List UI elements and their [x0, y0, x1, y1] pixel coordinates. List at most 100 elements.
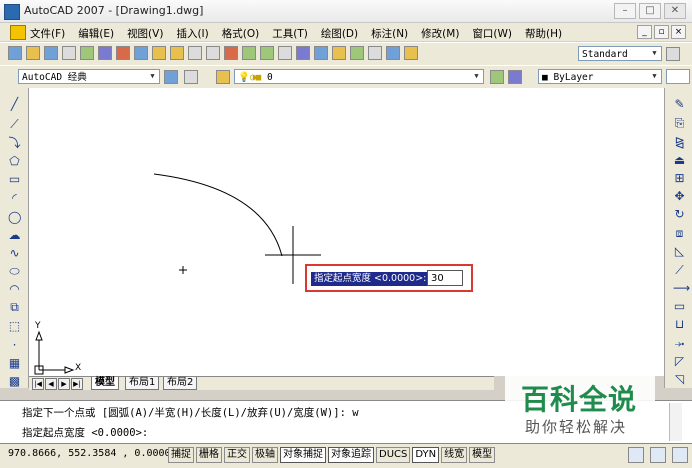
- grid-toggle[interactable]: 栅格: [196, 447, 222, 463]
- menu-file[interactable]: 文件(F): [30, 26, 65, 41]
- osnap-toggle[interactable]: 对象捕捉: [280, 447, 326, 463]
- menu-tools[interactable]: 工具(T): [272, 26, 308, 41]
- zoom-window-icon[interactable]: [260, 46, 274, 60]
- polar-toggle[interactable]: 极轴: [252, 447, 278, 463]
- polyline-icon[interactable]: ⤵: [8, 137, 21, 150]
- arc-icon[interactable]: ◜: [8, 192, 21, 205]
- offset-icon[interactable]: ⏏: [673, 154, 686, 167]
- menu-modify[interactable]: 修改(M): [421, 26, 459, 41]
- menu-dimension[interactable]: 标注(N): [371, 26, 408, 41]
- communication-center-icon[interactable]: [628, 447, 644, 463]
- sheet-set-icon[interactable]: [350, 46, 364, 60]
- document-icon[interactable]: [10, 25, 26, 40]
- extend-icon[interactable]: ⟶: [673, 282, 690, 295]
- maximize-button[interactable]: □: [639, 3, 661, 19]
- save-icon[interactable]: [44, 46, 58, 60]
- rotate-icon[interactable]: ↻: [673, 208, 686, 221]
- prev-tab-icon[interactable]: ◀: [45, 378, 57, 390]
- properties-icon[interactable]: [296, 46, 310, 60]
- menu-edit[interactable]: 编辑(E): [78, 26, 114, 41]
- make-object-layer-current-icon[interactable]: [490, 70, 504, 84]
- doc-close-button[interactable]: ×: [671, 25, 686, 39]
- workspace-select[interactable]: AutoCAD 经典 ▼: [18, 69, 160, 84]
- coordinate-readout[interactable]: 970.8666, 552.3584 , 0.0000: [8, 448, 171, 459]
- gradient-icon[interactable]: ▩: [8, 375, 21, 388]
- design-center-icon[interactable]: [314, 46, 328, 60]
- dyn-toggle[interactable]: DYN: [412, 447, 440, 463]
- dim-style-icon[interactable]: [666, 47, 680, 61]
- command-scrollbar[interactable]: [669, 403, 682, 441]
- menu-help[interactable]: 帮助(H): [525, 26, 562, 41]
- model-toggle[interactable]: 模型: [469, 447, 496, 463]
- doc-minimize-button[interactable]: _: [637, 25, 652, 39]
- otrack-toggle[interactable]: 对象追踪: [328, 447, 374, 463]
- publish-icon[interactable]: [98, 46, 112, 60]
- clean-screen-icon[interactable]: [672, 447, 688, 463]
- break-icon[interactable]: ▭: [673, 300, 686, 313]
- open-icon[interactable]: [26, 46, 40, 60]
- menu-window[interactable]: 窗口(W): [472, 26, 512, 41]
- mirror-icon[interactable]: ⧎: [673, 136, 686, 149]
- hatch-icon[interactable]: ▦: [8, 357, 21, 370]
- trim-icon[interactable]: ⟋: [673, 264, 686, 277]
- menu-insert[interactable]: 插入(I): [176, 26, 208, 41]
- plot-preview-icon[interactable]: [80, 46, 94, 60]
- erase-icon[interactable]: ✎: [673, 98, 686, 111]
- match-properties-icon[interactable]: [170, 46, 184, 60]
- redo-icon[interactable]: [206, 46, 220, 60]
- circle-icon[interactable]: ◯: [8, 211, 21, 224]
- spline-icon[interactable]: ∿: [8, 247, 21, 260]
- ducs-toggle[interactable]: DUCS: [376, 447, 411, 463]
- point-icon[interactable]: ·: [8, 339, 21, 352]
- explode-icon[interactable]: ◹: [673, 373, 686, 386]
- minimize-button[interactable]: –: [614, 3, 636, 19]
- layer-select[interactable]: 💡◑■ 0 ▼: [234, 69, 484, 84]
- copy-icon[interactable]: [134, 46, 148, 60]
- snap-toggle[interactable]: 捕捉: [168, 447, 194, 463]
- tool-palettes-icon[interactable]: [332, 46, 346, 60]
- last-tab-icon[interactable]: ▶|: [71, 378, 83, 390]
- next-tab-icon[interactable]: ▶: [58, 378, 70, 390]
- print-icon[interactable]: [62, 46, 76, 60]
- new-icon[interactable]: [8, 46, 22, 60]
- line-icon[interactable]: ╱: [8, 98, 21, 111]
- polygon-icon[interactable]: ⬠: [8, 155, 21, 168]
- construction-line-icon[interactable]: ⟋: [8, 118, 21, 131]
- rectangle-icon[interactable]: ▭: [8, 173, 21, 186]
- stretch-icon[interactable]: ◺: [673, 245, 686, 258]
- make-block-icon[interactable]: ⬚: [8, 320, 21, 333]
- array-icon[interactable]: ⊞: [673, 172, 686, 185]
- drawing-area[interactable]: Y X: [29, 88, 664, 376]
- copy-object-icon[interactable]: ⎘: [673, 117, 686, 130]
- first-tab-icon[interactable]: |◀: [32, 378, 44, 390]
- cut-icon[interactable]: [116, 46, 130, 60]
- doc-restore-button[interactable]: ▫: [654, 25, 669, 39]
- menu-format[interactable]: 格式(O): [222, 26, 259, 41]
- zoom-previous-icon[interactable]: [278, 46, 292, 60]
- color-select[interactable]: ■ ByLayer ▼: [538, 69, 662, 84]
- scale-icon[interactable]: ⧈: [673, 227, 686, 240]
- text-style-select[interactable]: Standard ▼: [578, 46, 662, 61]
- lineweight-toggle[interactable]: 线宽: [441, 447, 468, 463]
- tab-layout2[interactable]: 布局2: [163, 377, 198, 390]
- ellipse-icon[interactable]: ⬭: [8, 265, 21, 278]
- layer-properties-icon[interactable]: [216, 70, 230, 84]
- pan-icon[interactable]: [224, 46, 238, 60]
- dynamic-input-field[interactable]: 30: [427, 270, 463, 286]
- menu-view[interactable]: 视图(V): [127, 26, 163, 41]
- text-style-icon[interactable]: [404, 46, 418, 60]
- workspace-save-icon[interactable]: [184, 70, 198, 84]
- command-prompt-line[interactable]: 指定起点宽度 <0.0000>:: [22, 425, 148, 440]
- move-icon[interactable]: ✥: [673, 190, 686, 203]
- join-icon[interactable]: ⊔: [673, 318, 686, 331]
- zoom-realtime-icon[interactable]: [242, 46, 256, 60]
- undo-icon[interactable]: [188, 46, 202, 60]
- workspace-settings-icon[interactable]: [164, 70, 178, 84]
- fillet-icon[interactable]: ◸: [673, 355, 686, 368]
- tab-layout1[interactable]: 布局1: [125, 377, 160, 390]
- menu-draw[interactable]: 绘图(D): [321, 26, 358, 41]
- ellipse-arc-icon[interactable]: ◠: [8, 283, 21, 296]
- chamfer-icon[interactable]: ⤞: [673, 337, 686, 350]
- layer-previous-icon[interactable]: [508, 70, 522, 84]
- close-button[interactable]: ✕: [664, 3, 686, 19]
